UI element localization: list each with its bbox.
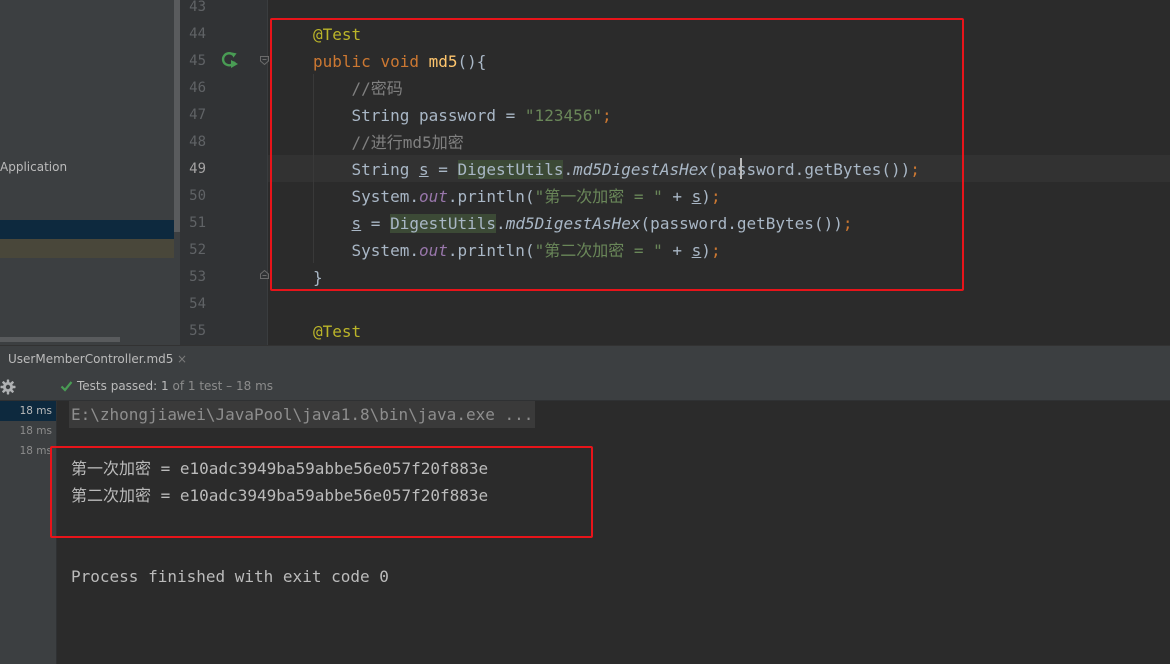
code-token-plain: . (496, 214, 506, 233)
tests-passed-detail: of 1 test – 18 ms (168, 379, 274, 393)
line-number: 55 (189, 323, 206, 339)
line-number: 43 (189, 0, 206, 15)
code-line[interactable]: String s = DigestUtils.md5DigestAsHex(pa… (313, 156, 920, 183)
code-token-plain: ) (701, 187, 711, 206)
tests-passed-status: Tests passed: 1 of 1 test – 18 ms (77, 373, 273, 400)
check-icon (60, 381, 73, 392)
code-line[interactable]: System.out.println("第二次加密 = " + s); (313, 237, 721, 264)
line-number: 48 (189, 134, 206, 150)
test-tree-time-root[interactable]: 18 ms (0, 401, 56, 421)
project-tree-item-application[interactable]: Application (0, 160, 67, 174)
run-tab-strip: UserMemberController.md5 × (0, 345, 1170, 374)
code-token-fn: md5 (428, 52, 458, 71)
code-token-plain: = (428, 160, 458, 179)
test-tree-time-method[interactable]: 18 ms (20, 441, 52, 461)
gear-icon[interactable] (0, 379, 16, 395)
run-console[interactable] (57, 401, 1170, 664)
close-tab-icon[interactable]: × (177, 346, 187, 373)
code-token-kw: public (313, 52, 381, 71)
code-token-plain: System. (313, 241, 419, 260)
run-test-icon[interactable] (221, 51, 239, 69)
code-token-plain: (password.getBytes()) (707, 160, 911, 179)
project-horizontal-scrollbar[interactable] (0, 337, 120, 342)
code-token-cmt: //进行md5加密 (351, 133, 464, 152)
code-token-kw: ; (710, 187, 721, 206)
console-exit-message: Process finished with exit code 0 (71, 567, 389, 586)
code-token-plain: (){ (457, 52, 487, 71)
code-token-var: s (418, 160, 429, 179)
project-panel: Application (0, 0, 180, 345)
code-editor[interactable]: @Test public void md5(){ //密码 String pass… (268, 0, 1170, 345)
code-line[interactable]: System.out.println("第一次加密 = " + s); (313, 183, 721, 210)
code-line[interactable]: //密码 (313, 75, 403, 102)
code-token-str: "123456" (524, 106, 602, 125)
test-results-tree: 18 ms 18 ms 18 ms (0, 401, 57, 664)
line-number: 46 (189, 80, 206, 96)
code-token-field: out (418, 241, 448, 260)
code-token-var: s (691, 187, 702, 206)
test-tree-time-class[interactable]: 18 ms (20, 421, 52, 441)
code-token-plain: } (313, 268, 323, 287)
code-line[interactable]: String password = "123456"; (313, 102, 612, 129)
code-token-kw: void (380, 52, 429, 71)
line-number: 45 (189, 53, 206, 69)
code-token-str: "第一次加密 = " (534, 187, 663, 206)
code-token-cls: DigestUtils (457, 160, 564, 179)
line-number: 54 (189, 296, 206, 312)
code-line[interactable]: } (313, 264, 323, 291)
code-token-cmt: //密码 (351, 79, 403, 98)
console-output-line-1: 第一次加密 = e10adc3949ba59abbe56e057f20f883e (71, 459, 489, 478)
code-line[interactable]: public void md5(){ (313, 48, 486, 75)
project-tree-highlight-row[interactable] (0, 239, 174, 258)
code-line[interactable]: @Test (313, 21, 361, 48)
code-token-var: s (351, 214, 362, 233)
code-token-kw: ; (842, 214, 853, 233)
line-number: 50 (189, 188, 206, 204)
code-token-kw: ; (601, 106, 612, 125)
code-token-plain: String (313, 160, 419, 179)
code-line[interactable]: //进行md5加密 (313, 129, 464, 156)
code-token-annot: @Test (313, 25, 362, 44)
code-token-static: md5DigestAsHex (505, 214, 641, 233)
code-token-plain: (password.getBytes()) (640, 214, 843, 233)
code-token-plain: . (563, 160, 574, 179)
code-token-annot: @Test (313, 322, 362, 341)
code-token-str: "第二次加密 = " (534, 241, 663, 260)
run-tab-usermembercontroller-md5[interactable]: UserMemberController.md5 (8, 346, 173, 373)
text-caret (740, 158, 742, 179)
code-token-kw: ; (710, 241, 721, 260)
project-tree-selected-row[interactable] (0, 220, 174, 239)
line-number: 44 (189, 26, 206, 42)
line-number: 47 (189, 107, 206, 123)
console-command-line[interactable]: E:\zhongjiawei\JavaPool\java1.8\bin\java… (69, 401, 536, 428)
line-number: 49 (189, 161, 206, 177)
code-token-cls: DigestUtils (390, 214, 497, 233)
code-token-plain: = (361, 214, 391, 233)
tests-passed-count: Tests passed: 1 (77, 379, 169, 393)
code-token-plain: .println( (447, 241, 535, 260)
line-number: 52 (189, 242, 206, 258)
console-output-line-2: 第二次加密 = e10adc3949ba59abbe56e057f20f883e (71, 486, 489, 505)
line-number: 51 (189, 215, 206, 231)
code-token-kw: ; (910, 160, 920, 179)
code-token-field: out (418, 187, 448, 206)
code-token-plain: .println( (447, 187, 535, 206)
code-token-plain: String password = (313, 106, 525, 125)
code-token-var: s (691, 241, 702, 260)
code-line[interactable]: s = DigestUtils.md5DigestAsHex(password.… (313, 210, 852, 237)
line-number: 53 (189, 269, 206, 285)
code-token-plain: + (662, 187, 692, 206)
code-line[interactable]: @Test (313, 318, 361, 345)
code-token-plain: ) (701, 241, 711, 260)
code-token-plain: System. (313, 187, 419, 206)
code-token-plain: + (662, 241, 692, 260)
code-token-static: md5DigestAsHex (573, 160, 708, 179)
